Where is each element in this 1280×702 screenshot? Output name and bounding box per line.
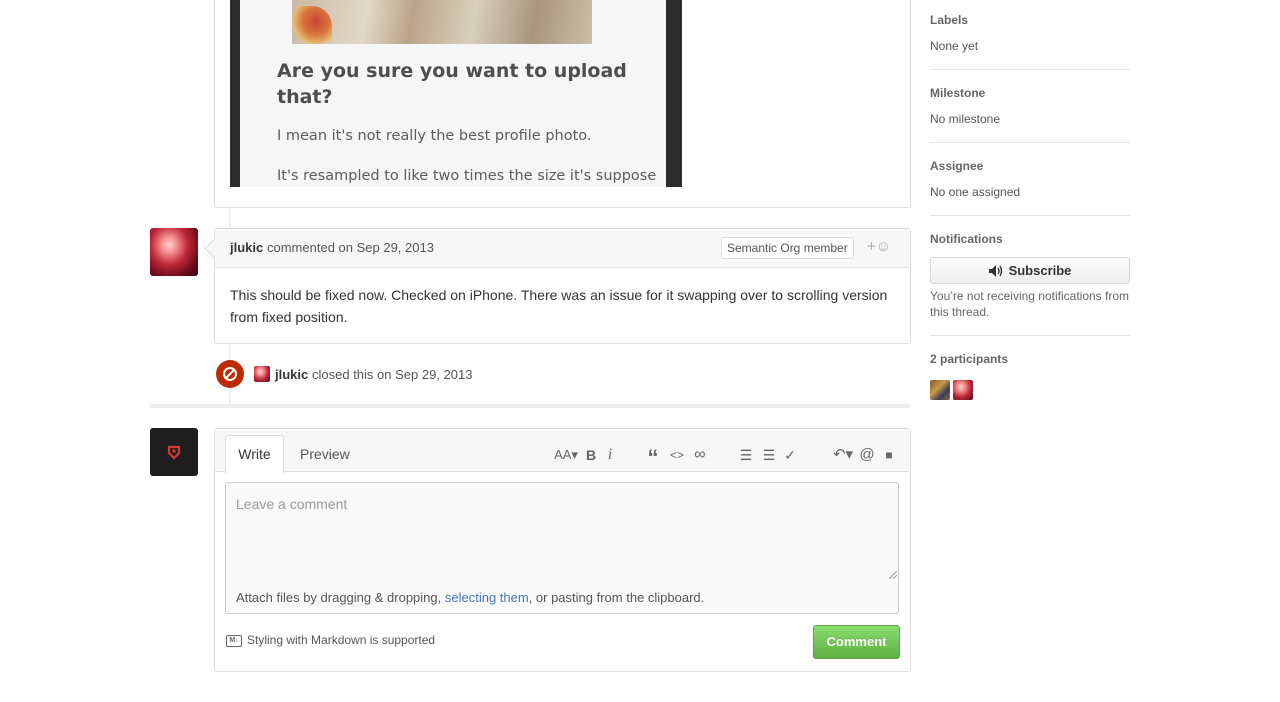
embedded-title: Are you sure you want to upload that?: [277, 60, 627, 108]
link-icon[interactable]: ∞: [691, 446, 709, 464]
resize-handle-icon[interactable]: [889, 571, 897, 579]
italic-icon[interactable]: i: [604, 446, 616, 464]
header-icon[interactable]: AA▾: [553, 446, 579, 464]
speaker-icon: [988, 265, 1002, 277]
divider: [930, 142, 1130, 143]
attach-suffix: , or pasting from the clipboard.: [528, 590, 705, 605]
labels-heading[interactable]: Labels: [930, 13, 968, 27]
notifications-note: You’re not receiving notifications from …: [930, 289, 1129, 319]
bookmark-icon[interactable]: ■: [880, 446, 898, 464]
bold-icon[interactable]: B: [584, 446, 598, 464]
comment-button[interactable]: Comment: [813, 625, 900, 659]
comment-timestamp[interactable]: commented on Sep 29, 2013: [267, 240, 434, 255]
task-list-icon[interactable]: ✓: [781, 446, 799, 464]
status-badge: Semantic Org member: [721, 237, 854, 259]
avatar[interactable]: [150, 428, 198, 476]
tab-preview[interactable]: Preview: [300, 446, 350, 462]
comment-placeholder: Leave a comment: [236, 496, 348, 512]
event-text: closed this on Sep 29, 2013: [312, 367, 473, 382]
attach-prefix: Attach files by dragging & dropping,: [236, 590, 445, 605]
milestone-heading[interactable]: Milestone: [930, 86, 985, 100]
participant-avatar[interactable]: [953, 380, 973, 400]
divider: [150, 404, 910, 408]
divider: [930, 69, 1130, 70]
subscribe-button[interactable]: Subscribe: [930, 257, 1130, 284]
markdown-icon: M↓: [226, 635, 242, 647]
comment-body: This should be fixed now. Checked on iPh…: [230, 287, 888, 325]
milestone-value: No milestone: [930, 112, 1001, 126]
divider: [930, 215, 1130, 216]
attach-hint: Attach files by dragging & dropping, sel…: [236, 590, 704, 605]
divider: [930, 335, 1130, 336]
event-author-link[interactable]: jlukic: [275, 367, 308, 382]
circle-slash-icon: [216, 360, 244, 388]
comment-author-link[interactable]: jlukic: [230, 240, 263, 255]
code-icon[interactable]: <>: [668, 446, 686, 464]
quote-icon[interactable]: “: [644, 446, 662, 470]
embedded-paragraph: It's resampled to like two times the siz…: [277, 168, 657, 184]
labels-value: None yet: [930, 39, 979, 53]
notifications-heading: Notifications: [930, 232, 1003, 246]
add-reaction-icon[interactable]: +☺: [867, 238, 891, 255]
avatar[interactable]: [150, 228, 198, 276]
participant-avatar[interactable]: [930, 380, 950, 400]
embedded-profile-photo: [292, 0, 592, 44]
markdown-help-link[interactable]: Styling with Markdown is supported: [247, 633, 435, 647]
unordered-list-icon[interactable]: ☰: [737, 446, 755, 464]
participants-heading: 2 participants: [930, 352, 1009, 366]
reply-icon[interactable]: ↶▾: [831, 446, 855, 464]
mention-icon[interactable]: @: [858, 446, 876, 464]
ordered-list-icon[interactable]: ☰: [760, 446, 778, 464]
assignee-heading[interactable]: Assignee: [930, 159, 983, 173]
assignee-value: No one assigned: [930, 185, 1021, 199]
avatar[interactable]: [254, 366, 270, 382]
tab-write[interactable]: Write: [225, 435, 284, 474]
embedded-paragraph: I mean it's not really the best profile …: [277, 128, 592, 144]
select-files-link[interactable]: selecting them: [445, 590, 529, 605]
subscribe-label: Subscribe: [1008, 263, 1072, 278]
